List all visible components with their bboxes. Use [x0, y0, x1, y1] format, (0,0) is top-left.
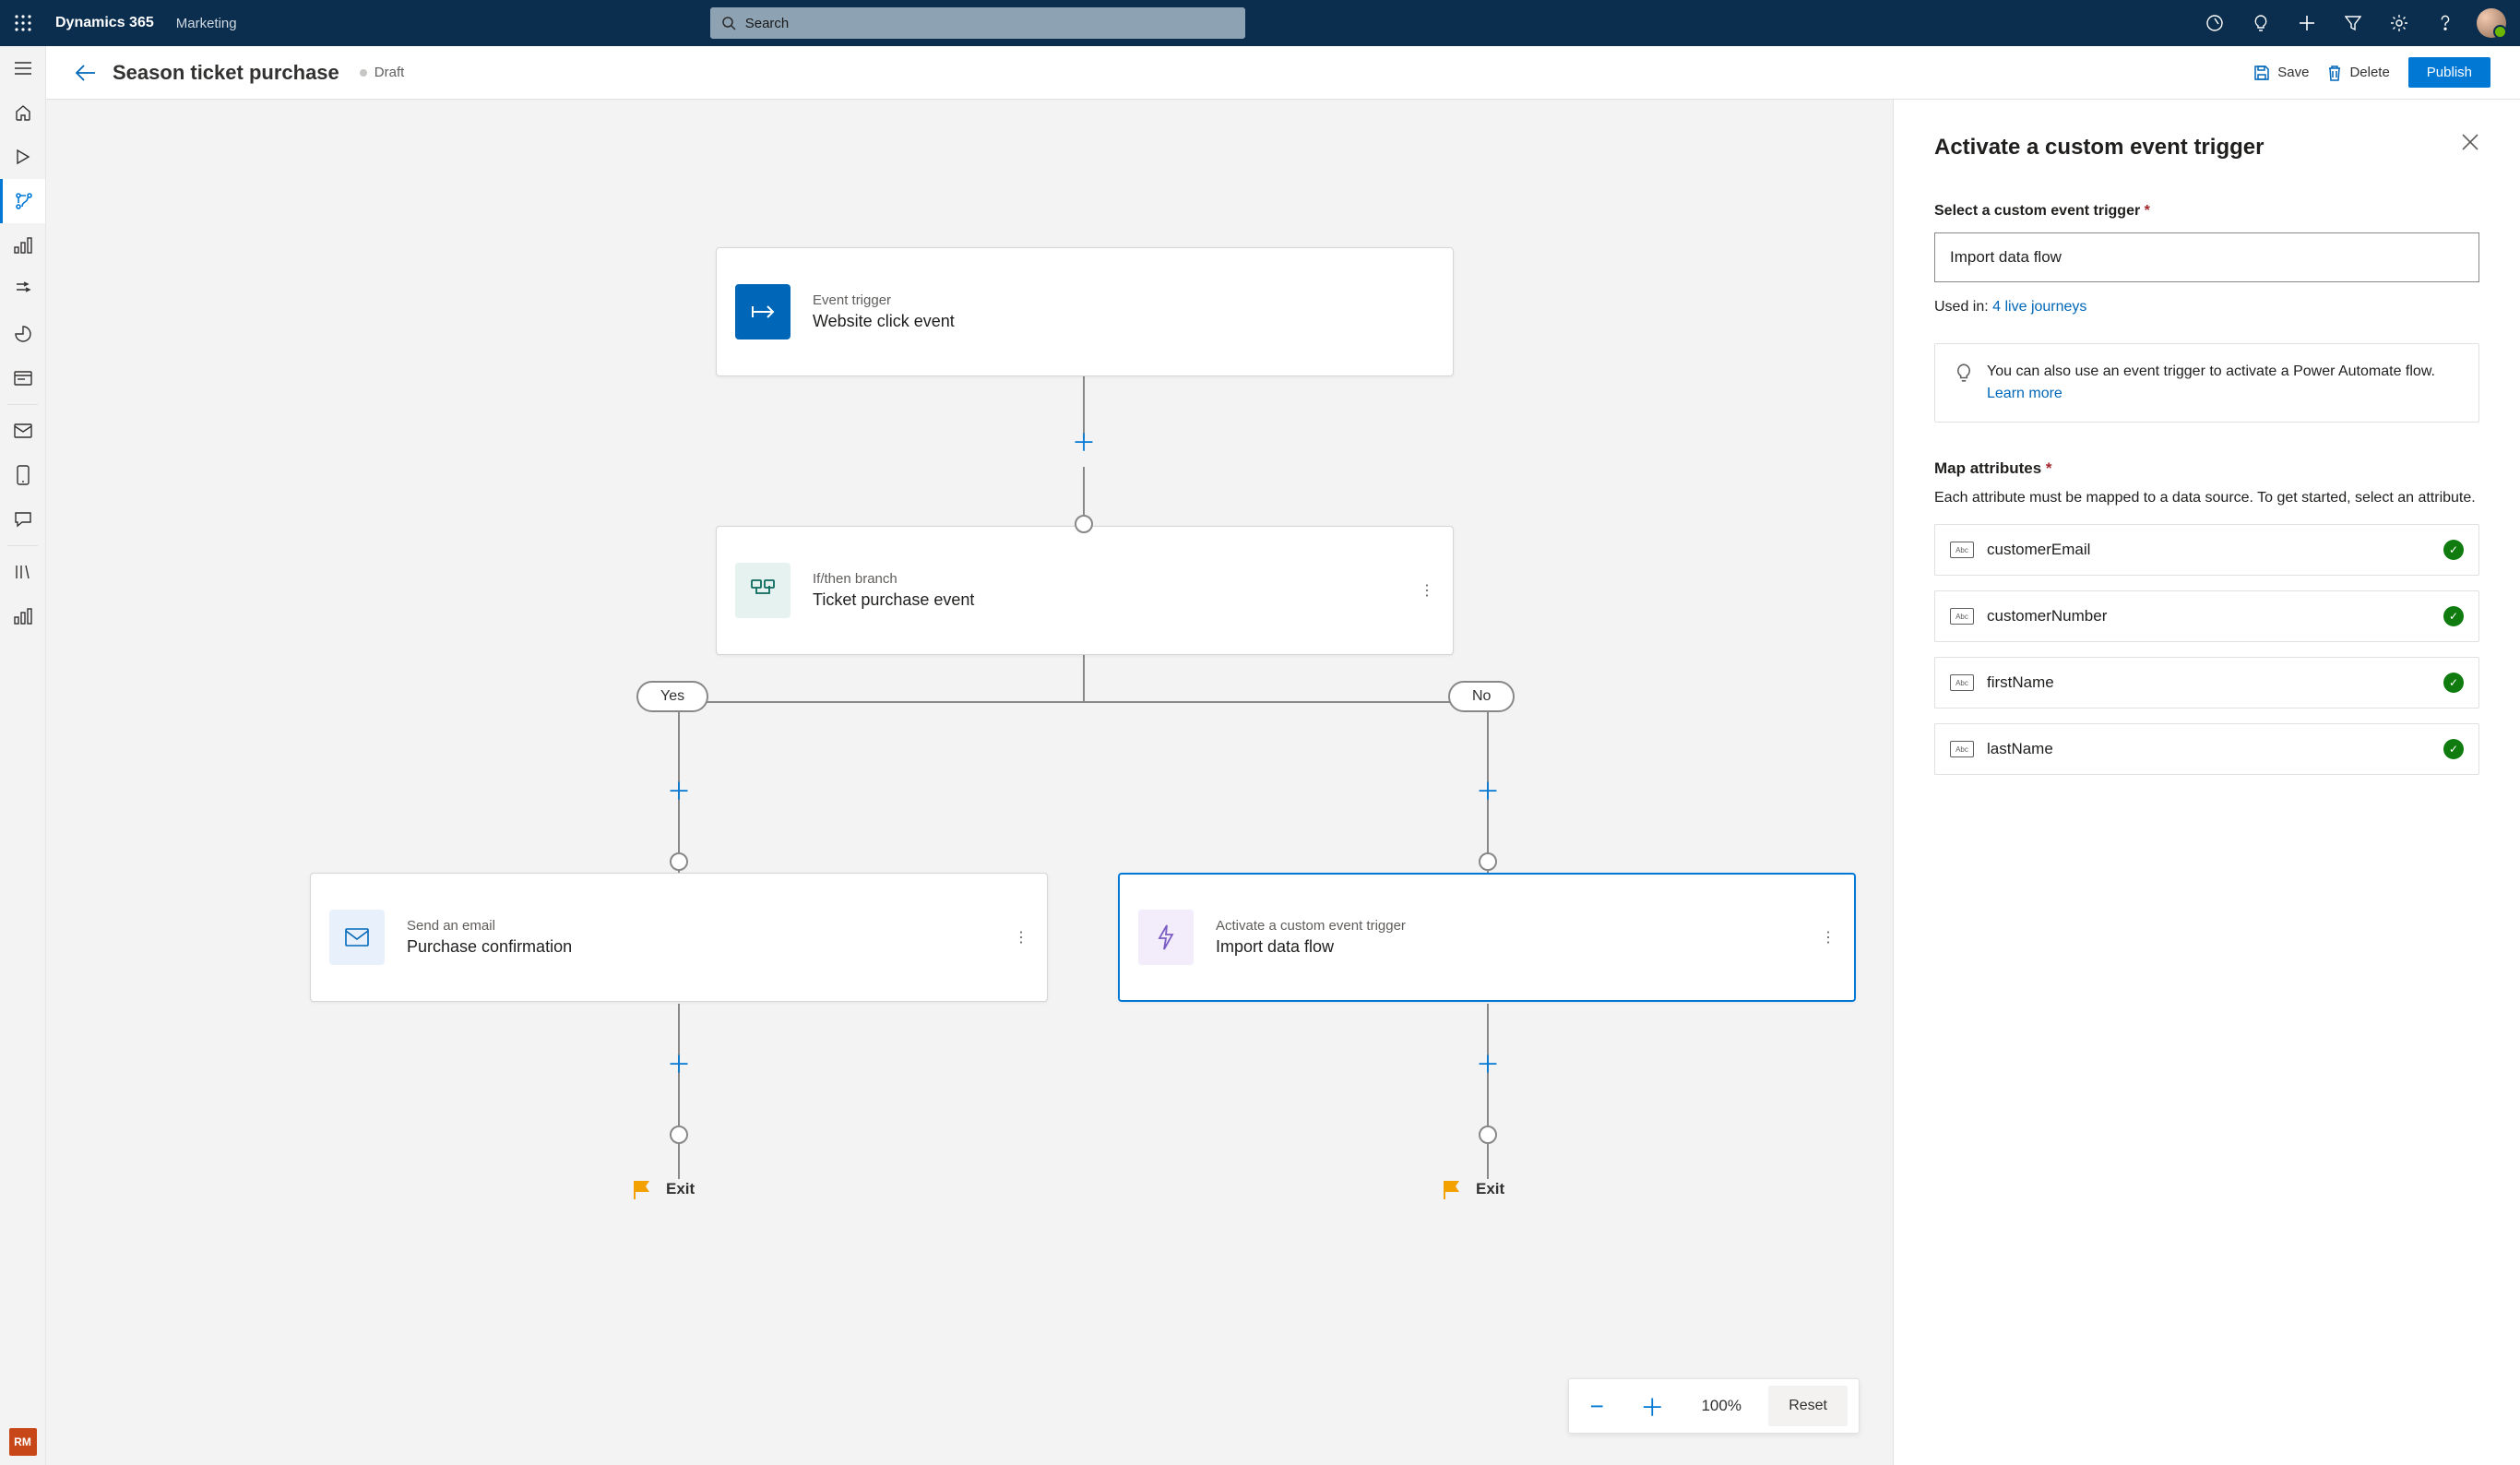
lightbulb-icon[interactable] — [2238, 0, 2284, 46]
attribute-row[interactable]: Abc customerEmail ✓ — [1934, 524, 2479, 576]
used-in-link[interactable]: 4 live journeys — [1992, 299, 2086, 315]
journeys-icon[interactable] — [0, 179, 45, 223]
forms-icon[interactable] — [0, 356, 45, 400]
insights-icon[interactable] — [0, 594, 45, 638]
area-label[interactable]: Marketing — [176, 16, 237, 31]
attribute-name: customerEmail — [1987, 541, 2090, 559]
home-icon[interactable] — [0, 90, 45, 135]
page-title: Season ticket purchase — [113, 61, 339, 85]
branch-yes-pill[interactable]: Yes — [636, 681, 708, 712]
user-avatar[interactable] — [2468, 0, 2514, 46]
exit-marker: Exit — [1443, 1179, 1504, 1199]
mail-icon[interactable] — [0, 409, 45, 453]
map-attributes-help: Each attribute must be mapped to a data … — [1934, 487, 2479, 509]
trigger-name-input[interactable] — [1934, 232, 2479, 282]
add-step-button[interactable]: ＋ — [1475, 777, 1501, 803]
status-badge: Draft — [360, 65, 405, 80]
filter-icon[interactable] — [2330, 0, 2376, 46]
node-menu-icon[interactable]: ⋮ — [1821, 928, 1836, 947]
check-ok-icon: ✓ — [2443, 606, 2464, 626]
command-bar: Season ticket purchase Draft Save Delete… — [46, 46, 2520, 100]
delete-button[interactable]: Delete — [2327, 64, 2389, 82]
left-rail: RM — [0, 46, 46, 1465]
library-icon[interactable] — [0, 550, 45, 594]
chat-icon[interactable] — [0, 497, 45, 542]
add-step-button[interactable]: ＋ — [1475, 1050, 1501, 1076]
check-ok-icon: ✓ — [2443, 540, 2464, 560]
tip-callout: You can also use an event trigger to act… — [1934, 343, 2479, 423]
attribute-row[interactable]: Abc lastName ✓ — [1934, 723, 2479, 775]
add-step-button[interactable]: ＋ — [1071, 428, 1097, 454]
journey-canvas[interactable]: Event trigger Website click event ＋ If/t… — [46, 100, 1893, 1465]
text-type-icon: Abc — [1950, 608, 1974, 625]
close-panel-icon[interactable] — [2461, 133, 2479, 151]
select-trigger-label: Select a custom event trigger * — [1934, 203, 2479, 220]
map-attributes-label: Map attributes * — [1934, 459, 2479, 478]
add-step-button[interactable]: ＋ — [666, 1050, 692, 1076]
panel-title: Activate a custom event trigger — [1934, 133, 2264, 162]
exit-marker: Exit — [633, 1179, 695, 1199]
zoom-controls: − ＋ 100% Reset — [1568, 1378, 1860, 1434]
help-icon[interactable] — [2422, 0, 2468, 46]
properties-panel: Activate a custom event trigger Select a… — [1893, 100, 2520, 1465]
gear-icon[interactable] — [2376, 0, 2422, 46]
persona-badge[interactable]: RM — [9, 1428, 37, 1456]
back-button[interactable] — [76, 65, 96, 81]
node-send-email[interactable]: Send an email Purchase confirmation ⋮ — [310, 873, 1048, 1002]
brand-label[interactable]: Dynamics 365 — [55, 15, 154, 31]
learn-more-link[interactable]: Learn more — [1987, 386, 2062, 401]
used-in-text: Used in: 4 live journeys — [1934, 299, 2479, 316]
check-ok-icon: ✓ — [2443, 739, 2464, 759]
node-menu-icon[interactable]: ⋮ — [1420, 581, 1434, 600]
analytics-icon[interactable] — [0, 312, 45, 356]
attribute-name: lastName — [1987, 740, 2053, 758]
triggers-icon[interactable] — [0, 268, 45, 312]
add-step-button[interactable]: ＋ — [666, 777, 692, 803]
zoom-reset-button[interactable]: Reset — [1768, 1386, 1848, 1426]
mobile-icon[interactable] — [0, 453, 45, 497]
segments-icon[interactable] — [0, 223, 45, 268]
text-type-icon: Abc — [1950, 674, 1974, 691]
zoom-in-button[interactable]: ＋ — [1624, 1378, 1680, 1434]
attribute-row[interactable]: Abc firstName ✓ — [1934, 657, 2479, 709]
save-button[interactable]: Save — [2253, 65, 2309, 81]
play-icon[interactable] — [0, 135, 45, 179]
text-type-icon: Abc — [1950, 741, 1974, 757]
app-launcher-icon[interactable] — [0, 0, 46, 46]
text-type-icon: Abc — [1950, 542, 1974, 558]
attribute-name: customerNumber — [1987, 607, 2107, 625]
branch-no-pill[interactable]: No — [1448, 681, 1515, 712]
node-menu-icon[interactable]: ⋮ — [1014, 928, 1028, 947]
check-ok-icon: ✓ — [2443, 673, 2464, 693]
add-icon[interactable] — [2284, 0, 2330, 46]
search-placeholder: Search — [745, 16, 790, 31]
node-ifthen-branch[interactable]: If/then branch Ticket purchase event ⋮ — [716, 526, 1454, 655]
node-event-trigger[interactable]: Event trigger Website click event — [716, 247, 1454, 376]
node-custom-trigger[interactable]: Activate a custom event trigger Import d… — [1118, 873, 1856, 1002]
search-input[interactable]: Search — [710, 7, 1245, 39]
zoom-out-button[interactable]: − — [1569, 1378, 1624, 1434]
attribute-name: firstName — [1987, 673, 2054, 692]
zoom-level: 100% — [1680, 1397, 1763, 1415]
publish-button[interactable]: Publish — [2408, 57, 2490, 88]
timer-icon[interactable] — [2192, 0, 2238, 46]
attribute-row[interactable]: Abc customerNumber ✓ — [1934, 590, 2479, 642]
hamburger-icon[interactable] — [0, 46, 45, 90]
top-nav: Dynamics 365 Marketing Search — [0, 0, 2520, 46]
